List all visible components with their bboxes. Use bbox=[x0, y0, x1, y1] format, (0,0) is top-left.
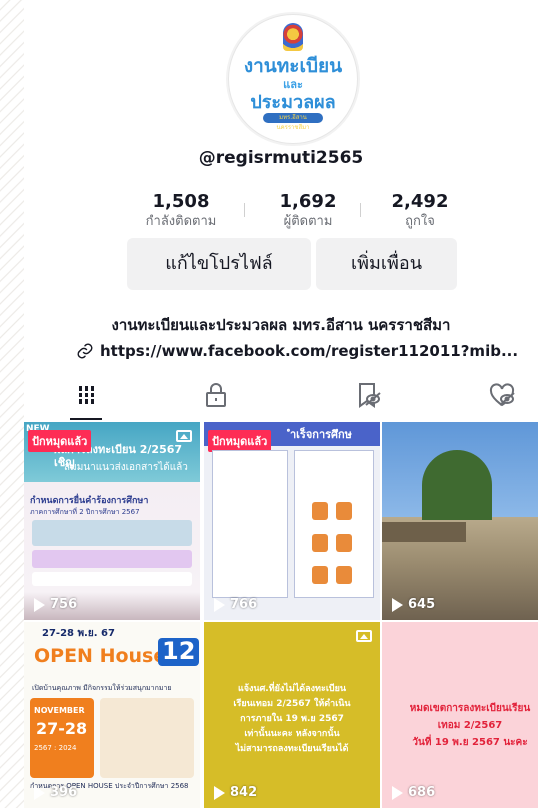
stat-following-label: กำลังติดตาม bbox=[145, 214, 217, 229]
view-count: 842 bbox=[214, 785, 257, 800]
person-photo bbox=[312, 502, 328, 520]
university-seal-icon bbox=[283, 23, 303, 51]
notice-line: เท่านั้นนะคะ หลังจากนั้น bbox=[244, 729, 340, 739]
saved-hidden-icon bbox=[359, 383, 381, 408]
profile-tabbar bbox=[24, 372, 538, 422]
link-icon bbox=[77, 343, 93, 359]
notice-text: หมดเขตการลงทะเบียนเรียน เทอม 2/2567 วันท… bbox=[382, 700, 538, 751]
event-caption: เปิดบ้านคุณภาพ มีกิจกรรมให้ร่วมสนุกมากมา… bbox=[32, 684, 172, 692]
stat-likes[interactable]: 2,492 ถูกใจ bbox=[360, 190, 480, 230]
notice-line: หมดเขตการลงทะเบียนเรียน bbox=[409, 703, 531, 714]
event-schedule-block bbox=[100, 698, 194, 778]
event-month: NOVEMBER bbox=[34, 706, 85, 715]
tab-videos[interactable] bbox=[70, 380, 102, 414]
tile-subhead: กำหนดการยื่นคำร้องการศึกษา bbox=[30, 496, 149, 506]
video-tile[interactable]: แจ้งนศ.ที่ยังไม่ได้ลงทะเบียน เรียนเทอม 2… bbox=[204, 622, 380, 808]
stat-followers-label: ผู้ติดตาม bbox=[283, 214, 333, 229]
person-photo bbox=[336, 534, 352, 552]
photo-gallery-icon bbox=[176, 430, 192, 442]
view-count-value: 686 bbox=[408, 785, 436, 800]
stat-likes-label: ถูกใจ bbox=[405, 214, 435, 229]
notice-line: วันที่ 19 พ.ย 2567 นะคะ bbox=[412, 737, 528, 748]
tab-liked[interactable] bbox=[486, 380, 518, 414]
event-days: 27-28 bbox=[36, 719, 88, 738]
profile-screen: งานทะเบียน และ ประมวลผล มทร.อีสาน นครราช… bbox=[24, 0, 538, 808]
stat-followers[interactable]: 1,692 ผู้ติดตาม bbox=[248, 190, 368, 230]
private-lock-icon bbox=[206, 383, 226, 407]
document-page bbox=[212, 450, 288, 598]
event-year: 2567 : 2024 bbox=[34, 744, 77, 752]
logo-text-line3: ประมวลผล bbox=[250, 92, 336, 113]
notice-text: แจ้งนศ.ที่ยังไม่ได้ลงทะเบียน เรียนเทอม 2… bbox=[204, 682, 380, 757]
tile-headline-2: สัมมนาแนวส่งเอกสารได้แล้ว bbox=[64, 462, 188, 473]
person-photo bbox=[336, 566, 352, 584]
stat-divider bbox=[244, 203, 245, 217]
stat-followers-value: 1,692 bbox=[279, 191, 337, 212]
view-count-value: 756 bbox=[50, 597, 78, 612]
view-count-value: 645 bbox=[408, 597, 436, 612]
photo-gallery-icon bbox=[356, 630, 372, 642]
person-photo bbox=[312, 566, 328, 584]
active-tab-indicator bbox=[70, 418, 102, 420]
view-count: 686 bbox=[392, 785, 435, 800]
video-grid: NEW ผลการลงทะเบียน 2/2567 เชิญ สัมมนาแนว… bbox=[24, 422, 538, 808]
video-tile[interactable]: 645 bbox=[382, 422, 538, 620]
stat-likes-value: 2,492 bbox=[391, 191, 449, 212]
tile-info-block bbox=[32, 572, 192, 586]
avatar-logo: งานทะเบียน และ ประมวลผล มทร.อีสาน นครราช… bbox=[235, 21, 351, 137]
view-count-value: 766 bbox=[230, 597, 258, 612]
username: @regisrmuti2565 bbox=[198, 148, 364, 168]
play-icon bbox=[392, 597, 403, 612]
video-tile[interactable]: หมดเขตการลงทะเบียนเรียน เทอม 2/2567 วันท… bbox=[382, 622, 538, 808]
person-photo bbox=[336, 502, 352, 520]
document-page bbox=[294, 450, 374, 598]
liked-hidden-icon bbox=[489, 383, 515, 407]
event-title: OPEN House bbox=[34, 645, 167, 667]
tile-info-block bbox=[32, 520, 192, 546]
tile-subhead-2: ภาคการศึกษาที่ 2 ปีการศึกษา 2567 bbox=[30, 508, 140, 516]
event-date: 27-28 พ.ย. 67 bbox=[42, 628, 115, 639]
play-icon bbox=[34, 785, 45, 800]
view-count: 756 bbox=[34, 597, 77, 612]
play-icon bbox=[214, 597, 225, 612]
notice-line: การภายใน 19 พ.ย 2567 bbox=[240, 714, 344, 724]
play-icon bbox=[34, 597, 45, 612]
view-count: 766 bbox=[214, 597, 257, 612]
view-count-value: 396 bbox=[50, 785, 78, 800]
videos-grid-icon bbox=[79, 386, 94, 404]
pinned-badge: ปักหมุดแล้ว bbox=[28, 430, 92, 452]
logo-strip: มทร.อีสาน นครราชสีมา bbox=[263, 113, 323, 131]
video-tile[interactable]: NEW ผลการลงทะเบียน 2/2567 เชิญ สัมมนาแนว… bbox=[24, 422, 200, 620]
add-friend-button[interactable]: เพิ่มเพื่อน bbox=[316, 238, 457, 290]
tree-shape bbox=[422, 450, 492, 520]
notice-line: แจ้งนศ.ที่ยังไม่ได้ลงทะเบียน bbox=[237, 684, 347, 694]
stat-following-value: 1,508 bbox=[152, 191, 210, 212]
tab-private[interactable] bbox=[200, 380, 232, 414]
notice-line: เทอม 2/2567 bbox=[437, 720, 503, 731]
event-number: 12 bbox=[158, 637, 200, 666]
profile-link-text: https://www.facebook.com/register112011?… bbox=[100, 342, 519, 360]
edit-profile-button[interactable]: แก้ไขโปรไฟล์ bbox=[127, 238, 311, 290]
video-tile[interactable]: ำเร็จการศึกษ ปักหมุดแล้ว 766 bbox=[204, 422, 380, 620]
video-tile[interactable]: 27-28 พ.ย. 67 OPEN House 12 เปิดบ้านคุณภ… bbox=[24, 622, 200, 808]
person-photo bbox=[312, 534, 328, 552]
pinned-badge: ปักหมุดแล้ว bbox=[208, 430, 272, 452]
play-icon bbox=[214, 785, 225, 800]
wall-shape bbox=[382, 522, 466, 542]
notice-line: ไม่สามารถลงทะเบียนเรียนได้ bbox=[235, 744, 349, 754]
view-count-value: 842 bbox=[230, 785, 258, 800]
profile-link[interactable]: https://www.facebook.com/register112011?… bbox=[76, 342, 518, 360]
play-icon bbox=[392, 785, 403, 800]
profile-bio: งานทะเบียนและประมวลผล มทร.อีสาน นครราชสี… bbox=[111, 316, 451, 334]
notice-line: เรียนเทอม 2/2567 ให้ดำเนิน bbox=[233, 699, 351, 709]
tab-saved[interactable] bbox=[352, 380, 384, 414]
tile-headline: ำเร็จการศึกษ bbox=[290, 428, 352, 441]
view-count: 396 bbox=[34, 785, 77, 800]
profile-avatar[interactable]: งานทะเบียน และ ประมวลผล มทร.อีสาน นครราช… bbox=[228, 14, 358, 144]
view-count: 645 bbox=[392, 597, 435, 612]
tile-info-block bbox=[32, 550, 192, 568]
stat-following[interactable]: 1,508 กำลังติดตาม bbox=[121, 190, 241, 230]
